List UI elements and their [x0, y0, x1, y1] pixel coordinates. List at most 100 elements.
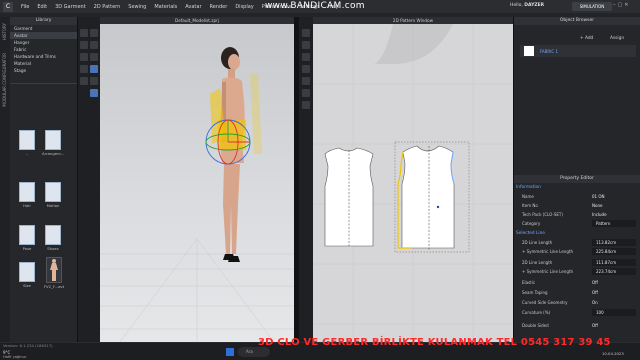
taskbar-search[interactable]: Ara — [238, 347, 270, 357]
library-panel: Library Garment Avatar Hanger Fabric Har… — [10, 17, 78, 342]
prop-key: Category — [522, 221, 541, 226]
prop-seam-taping: Seam Taping Off — [516, 288, 639, 297]
prop-item-no: Item No None — [516, 201, 639, 210]
arrange-tool-icon[interactable] — [80, 65, 88, 73]
library-item-hardware[interactable]: Hardware and Trims — [10, 53, 77, 60]
library-thumb-up[interactable]: .. — [16, 130, 38, 156]
version-text: Version: 6.1.234 (186317) — [3, 343, 53, 348]
prop-value[interactable]: Off — [592, 321, 598, 330]
library-thumb-avatar-file[interactable]: FV2_F...avt — [42, 257, 66, 289]
simulation-button[interactable]: SIMULATION — [572, 2, 612, 11]
select-tool-icon[interactable] — [90, 29, 98, 37]
weather-desc: Hafif yağmur — [3, 355, 27, 359]
rectangle-icon[interactable] — [302, 77, 310, 85]
display-tool-icon[interactable] — [90, 89, 98, 97]
library-title: Library — [10, 17, 77, 25]
library-item-stage[interactable]: Stage — [10, 67, 77, 74]
prop-sym-length-2: + Symmetric Line Length 223.74cm — [516, 267, 639, 276]
library-item-hanger[interactable]: Hanger — [10, 39, 77, 46]
menu-2d-pattern[interactable]: 2D Pattern — [90, 4, 125, 10]
section-selected-line[interactable]: Selected Line — [516, 231, 545, 236]
move-tool-icon[interactable] — [80, 29, 88, 37]
menu-render[interactable]: Render — [206, 4, 232, 10]
library-thumb-shoes[interactable]: Shoes — [42, 225, 64, 251]
prop-value[interactable]: Include — [592, 210, 607, 219]
circle-icon[interactable] — [302, 89, 310, 97]
garment-back-piece[interactable] — [250, 74, 262, 154]
prop-value[interactable]: 111.87cm — [592, 259, 636, 266]
prop-line-length-1: 2D Line Length 113.82cm — [516, 238, 639, 247]
greeting-text: Hello, — [510, 3, 523, 8]
pattern-piece-back[interactable] — [401, 145, 455, 249]
prop-key: Seam Taping — [522, 290, 548, 295]
thumb-label: Hair — [23, 203, 31, 208]
prop-key: Curved Side Geometry — [522, 300, 568, 305]
gizmo-tool-icon[interactable] — [90, 65, 98, 73]
prop-value[interactable]: 223.74cm — [592, 268, 636, 275]
menu-edit[interactable]: Edit — [33, 4, 51, 10]
prop-value[interactable]: On — [592, 298, 598, 307]
fabric-list-item[interactable]: FABRIC 1 — [520, 45, 636, 57]
edit-point-icon[interactable] — [302, 53, 310, 61]
thumb-label: FV2_F...avt — [43, 284, 65, 289]
library-item-fabric[interactable]: Fabric — [10, 46, 77, 53]
prop-value[interactable]: 01 ON — [592, 192, 605, 201]
library-item-avatar[interactable]: Avatar — [10, 32, 77, 39]
menu-sewing[interactable]: Sewing — [124, 4, 150, 10]
2d-pattern-viewport[interactable]: 2D Pattern Window — [313, 17, 513, 342]
user-name[interactable]: DAYZER — [524, 3, 544, 8]
library-divider — [10, 83, 77, 84]
folder-icon — [19, 225, 35, 245]
library-thumb-pose[interactable]: Pose — [16, 225, 38, 251]
right-panel: Object Browser + Add Assign FABRIC 1 Pro… — [513, 17, 640, 342]
folder-icon — [19, 262, 35, 282]
menu-materials[interactable]: Materials — [150, 4, 181, 10]
sculpt-tool-icon[interactable] — [90, 77, 98, 85]
add-button[interactable]: + Add — [580, 36, 593, 41]
pin-tool-icon[interactable] — [90, 41, 98, 49]
3d-toolbar — [78, 17, 100, 342]
folder-icon — [45, 225, 61, 245]
library-item-material[interactable]: Material — [10, 60, 77, 67]
fold-tool-icon[interactable] — [80, 53, 88, 61]
edit-pattern-icon[interactable] — [302, 29, 310, 37]
object-browser-title: Object Browser — [514, 17, 640, 25]
2d-window-title: 2D Pattern Window — [313, 17, 513, 24]
avatar-model[interactable] — [220, 47, 245, 262]
polygon-icon[interactable] — [302, 65, 310, 73]
sewing-icon[interactable] — [302, 101, 310, 109]
prop-key: Tech Pack (CLO-SET) — [522, 212, 563, 217]
library-item-garment[interactable]: Garment — [10, 25, 77, 32]
modular-configurator-tab[interactable]: MODULAR CONFIGURATOR — [2, 53, 7, 107]
menu-file[interactable]: File — [17, 4, 33, 10]
measure-tool-icon[interactable] — [90, 53, 98, 61]
prop-value[interactable]: Off — [592, 278, 598, 287]
prop-value[interactable]: 113.82cm — [592, 239, 636, 246]
folder-icon — [45, 130, 61, 150]
library-thumb-motion[interactable]: Motion — [42, 182, 64, 208]
prop-value[interactable]: 225.84cm — [592, 248, 636, 255]
library-thumb-hair[interactable]: Hair — [16, 182, 38, 208]
assign-button[interactable]: Assign — [610, 36, 624, 41]
rotate-tool-icon[interactable] — [80, 41, 88, 49]
property-editor-title: Property Editor — [514, 175, 640, 183]
app-logo-icon: C — [3, 1, 13, 12]
brush-tool-icon[interactable] — [80, 77, 88, 85]
menu-avatar[interactable]: Avatar — [181, 4, 205, 10]
prop-value[interactable]: None — [592, 201, 602, 210]
library-thumb-size[interactable]: Size — [16, 262, 38, 288]
prop-value[interactable]: Off — [592, 288, 598, 297]
pattern-point[interactable] — [436, 205, 440, 209]
windows-start-icon[interactable] — [226, 348, 234, 356]
category-select[interactable]: Pattern — [592, 220, 636, 227]
avatar-thumbnail-icon — [46, 257, 62, 283]
section-information[interactable]: Information — [516, 185, 541, 190]
menu-3d-garment[interactable]: 3D Garment — [51, 4, 90, 10]
transform-pattern-icon[interactable] — [302, 41, 310, 49]
window-controls[interactable]: –▢✕ — [613, 2, 630, 8]
3d-viewport[interactable]: Default_Modelist.zprj — [100, 17, 294, 342]
menu-display[interactable]: Display — [231, 4, 257, 10]
library-thumb-arrangement[interactable]: Arrangem... — [42, 130, 64, 156]
curvature-input[interactable]: 100 — [592, 309, 636, 316]
history-tab[interactable]: HISTORY — [2, 23, 7, 40]
